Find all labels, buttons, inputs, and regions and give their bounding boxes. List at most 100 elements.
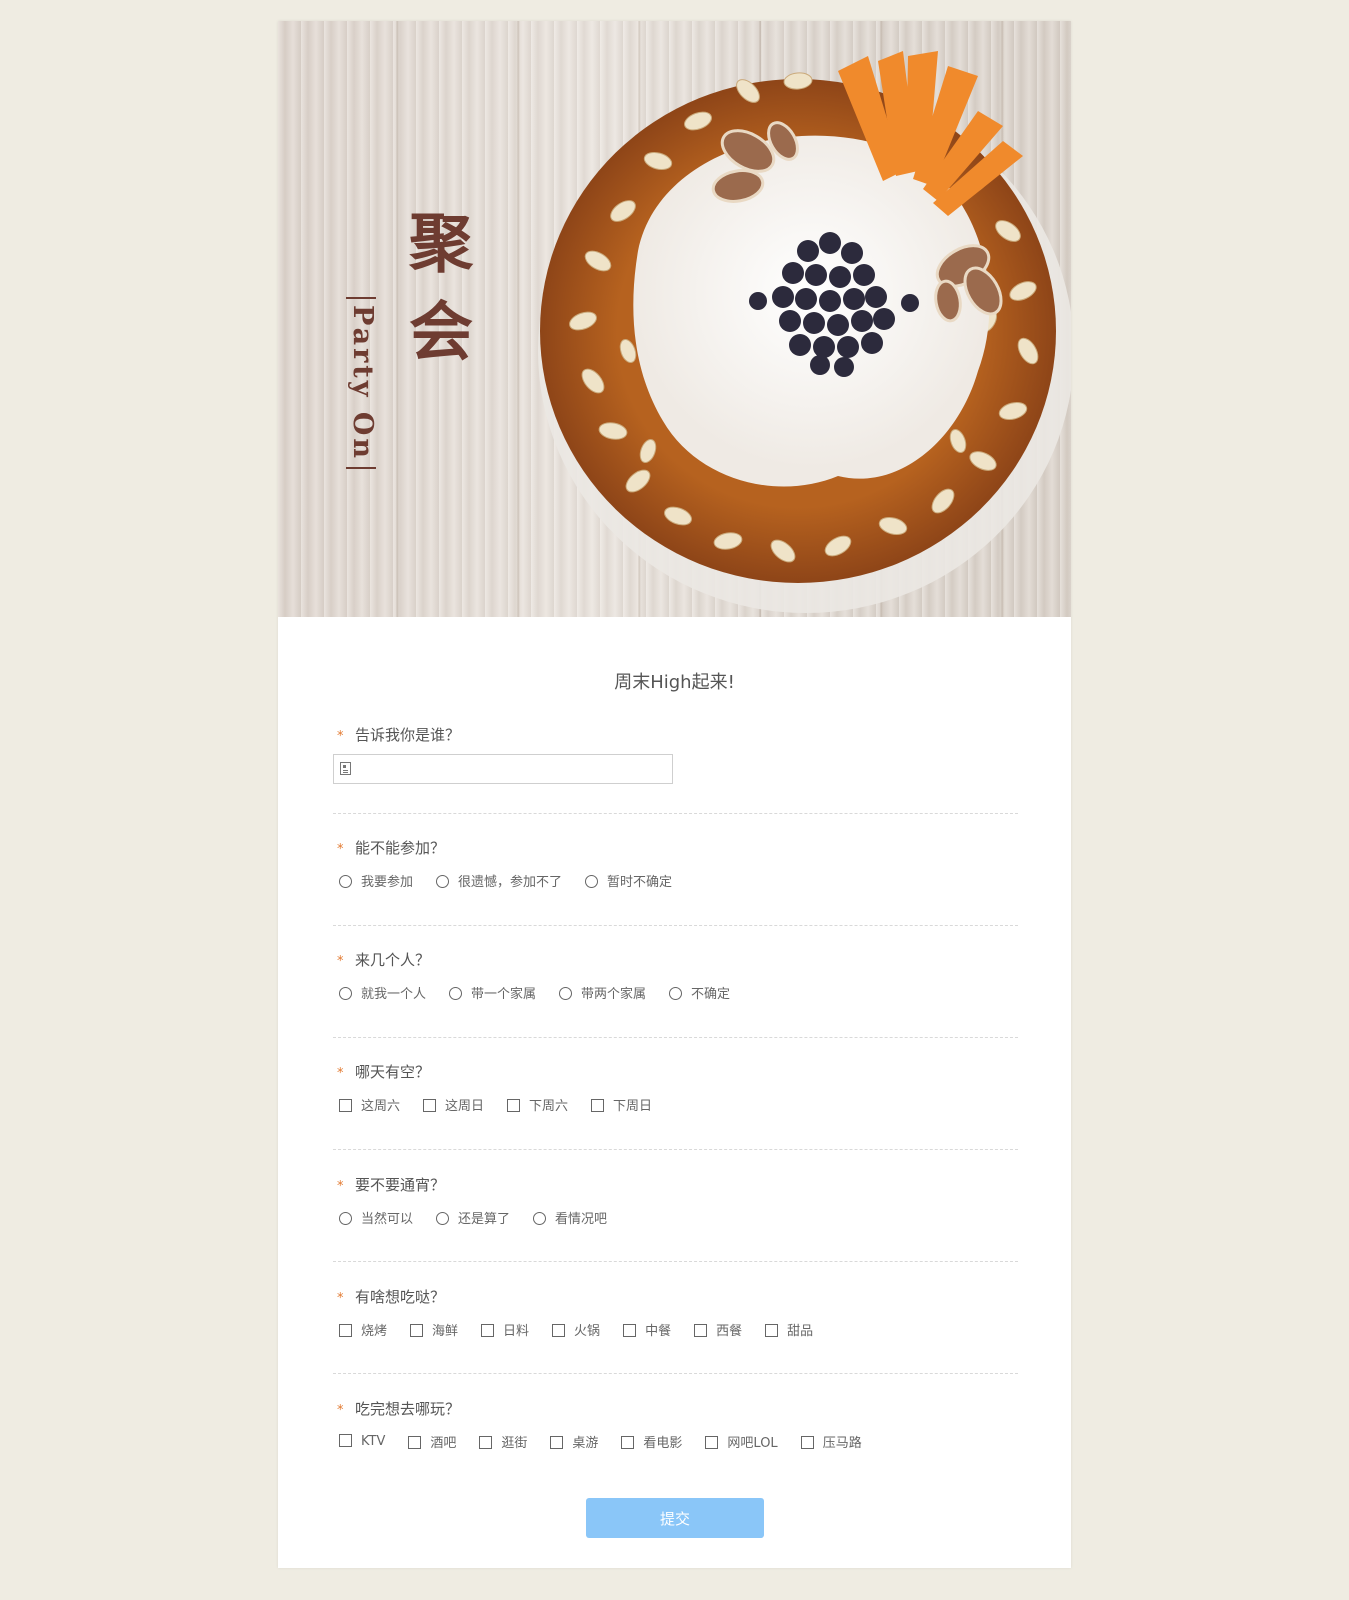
option-label: 中餐	[645, 1324, 672, 1339]
question-6: * 有啥想吃哒？ 烧烤 海鲜 日料 火锅 中餐 西餐 甜品	[333, 1285, 1018, 1341]
radio-circle-icon[interactable]	[449, 987, 463, 1000]
checkbox-option[interactable]: 下周日	[585, 1095, 652, 1114]
radio-option[interactable]: 当然可以	[333, 1208, 413, 1227]
dashed-divider	[333, 925, 1018, 926]
question-label-text: 能不能参加？	[355, 839, 446, 857]
question-label: * 要不要通宵？	[333, 1173, 1018, 1197]
checkbox-option[interactable]: 酒吧	[402, 1432, 456, 1451]
radio-circle-icon[interactable]	[436, 1212, 450, 1225]
checkbox-option[interactable]: 西餐	[688, 1320, 742, 1339]
hero-banner: 聚 会 Party On	[278, 21, 1071, 617]
option-label: 火锅	[574, 1324, 601, 1339]
checkbox-square-icon[interactable]	[694, 1324, 708, 1337]
contact-card-icon	[340, 762, 351, 775]
option-label: 海鲜	[432, 1324, 459, 1339]
option-label: 就我一个人	[361, 987, 427, 1002]
radio-option[interactable]: 很遗憾，参加不了	[430, 871, 562, 890]
radio-option[interactable]: 带两个家属	[553, 983, 646, 1002]
radio-option[interactable]: 看情况吧	[527, 1208, 607, 1227]
option-group: 就我一个人 带一个家属 带两个家属 不确定	[333, 982, 1018, 1004]
checkbox-option[interactable]: 这周日	[417, 1095, 484, 1114]
question-label-text: 要不要通宵？	[355, 1176, 446, 1194]
checkbox-option[interactable]: 中餐	[617, 1320, 671, 1339]
checkbox-square-icon[interactable]	[765, 1324, 779, 1337]
checkbox-option[interactable]: 桌游	[544, 1432, 598, 1451]
checkbox-square-icon[interactable]	[479, 1436, 493, 1449]
checkbox-square-icon[interactable]	[550, 1436, 564, 1449]
checkbox-square-icon[interactable]	[552, 1324, 566, 1337]
checkbox-option[interactable]: 日料	[475, 1320, 529, 1339]
question-label-text: 有啥想吃哒？	[355, 1288, 446, 1306]
option-label: 我要参加	[361, 875, 414, 890]
name-input[interactable]	[362, 755, 666, 783]
radio-option[interactable]: 暂时不确定	[579, 871, 672, 890]
checkbox-square-icon[interactable]	[623, 1324, 637, 1337]
radio-option[interactable]: 不确定	[663, 983, 730, 1002]
radio-circle-icon[interactable]	[669, 987, 683, 1000]
checkbox-option[interactable]: KTV	[333, 1434, 385, 1449]
checkbox-square-icon[interactable]	[339, 1434, 352, 1447]
radio-circle-icon[interactable]	[533, 1212, 547, 1225]
option-label: 酒吧	[430, 1436, 457, 1451]
radio-circle-icon[interactable]	[436, 875, 450, 888]
checkbox-option[interactable]: 看电影	[615, 1432, 682, 1451]
checkbox-square-icon[interactable]	[339, 1099, 352, 1112]
form-title: 周末High起来!	[614, 672, 735, 693]
option-label: 网吧LOL	[727, 1436, 778, 1451]
option-label: 很遗憾，参加不了	[458, 875, 563, 890]
dashed-divider	[333, 1037, 1018, 1038]
option-label: 下周六	[529, 1099, 569, 1114]
question-label-text: 来几个人？	[355, 951, 431, 969]
checkbox-square-icon[interactable]	[800, 1436, 814, 1449]
name-field	[333, 754, 673, 784]
submit-button[interactable]: 提交	[586, 1498, 764, 1538]
checkbox-square-icon[interactable]	[410, 1324, 424, 1337]
radio-circle-icon[interactable]	[585, 875, 599, 888]
checkbox-option[interactable]: 压马路	[795, 1432, 862, 1451]
radio-circle-icon[interactable]	[339, 875, 352, 888]
checkbox-option[interactable]: 逛街	[473, 1432, 527, 1451]
dashed-divider	[333, 1149, 1018, 1150]
option-label: 逛街	[501, 1436, 528, 1451]
checkbox-option[interactable]: 火锅	[546, 1320, 600, 1339]
radio-circle-icon[interactable]	[339, 1212, 352, 1225]
checkbox-square-icon[interactable]	[591, 1099, 605, 1112]
checkbox-square-icon[interactable]	[408, 1436, 422, 1449]
option-group: 我要参加 很遗憾，参加不了 暂时不确定	[333, 870, 1018, 892]
checkbox-square-icon[interactable]	[621, 1436, 635, 1449]
checkbox-option[interactable]: 海鲜	[404, 1320, 458, 1339]
checkbox-square-icon[interactable]	[507, 1099, 521, 1112]
radio-option[interactable]: 还是算了	[430, 1208, 510, 1227]
question-5: * 要不要通宵？ 当然可以 还是算了 看情况吧	[333, 1173, 1018, 1229]
question-label-text: 吃完想去哪玩？	[355, 1400, 461, 1418]
option-label: 暂时不确定	[607, 875, 673, 890]
checkbox-square-icon[interactable]	[705, 1436, 719, 1449]
radio-option[interactable]: 带一个家属	[443, 983, 536, 1002]
radio-circle-icon[interactable]	[559, 987, 573, 1000]
option-label: 日料	[503, 1324, 530, 1339]
option-group: 烧烤 海鲜 日料 火锅 中餐 西餐 甜品	[333, 1319, 1018, 1341]
checkbox-option[interactable]: 下周六	[501, 1095, 568, 1114]
checkbox-option[interactable]: 甜品	[759, 1320, 813, 1339]
question-label: * 哪天有空？	[333, 1060, 1018, 1084]
checkbox-option[interactable]: 烧烤	[333, 1320, 387, 1339]
option-label: 看电影	[643, 1436, 683, 1451]
option-group: 这周六 这周日 下周六 下周日	[333, 1094, 1018, 1116]
cake-image	[538, 51, 1071, 613]
radio-circle-icon[interactable]	[339, 987, 352, 1000]
required-marker: *	[337, 1291, 344, 1306]
checkbox-option[interactable]: 这周六	[333, 1095, 400, 1114]
question-label: * 来几个人？	[333, 948, 1018, 972]
dashed-divider	[333, 813, 1018, 814]
dashed-divider	[333, 1261, 1018, 1262]
radio-option[interactable]: 就我一个人	[333, 983, 426, 1002]
checkbox-square-icon[interactable]	[423, 1099, 437, 1112]
question-7: * 吃完想去哪玩？ KTV 酒吧 逛街 桌游 看电影 网吧LOL 压马路	[333, 1397, 1018, 1453]
hero-subtitle-text: Party On	[347, 305, 378, 462]
option-label: 带一个家属	[471, 987, 537, 1002]
checkbox-square-icon[interactable]	[481, 1324, 495, 1337]
checkbox-square-icon[interactable]	[339, 1324, 352, 1337]
required-marker: *	[337, 954, 344, 969]
radio-option[interactable]: 我要参加	[333, 871, 413, 890]
checkbox-option[interactable]: 网吧LOL	[699, 1432, 778, 1451]
